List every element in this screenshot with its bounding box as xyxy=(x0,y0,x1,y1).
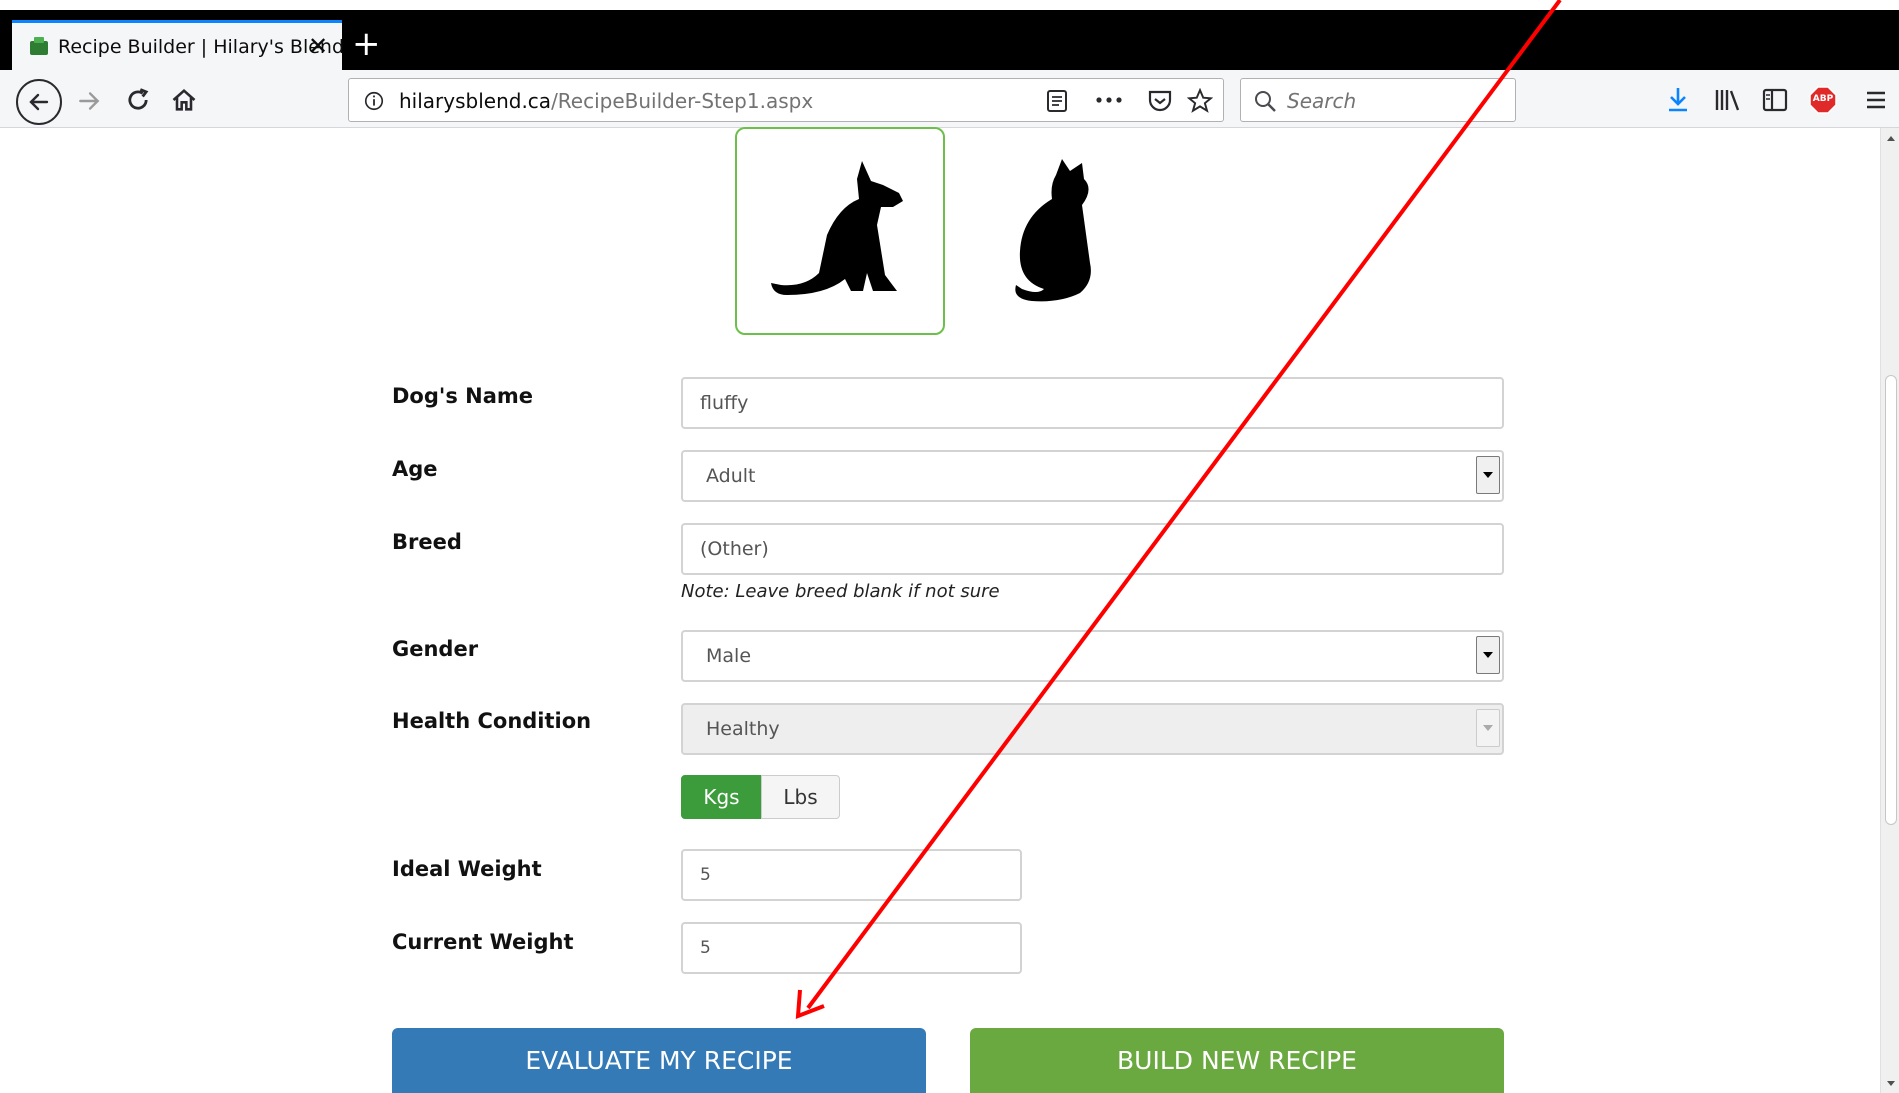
search-placeholder: Search xyxy=(1287,89,1357,113)
dog-silhouette-icon xyxy=(771,161,903,295)
annotation-arrowhead xyxy=(795,989,825,1020)
library-icon[interactable] xyxy=(1714,88,1742,112)
age-dropdown-button[interactable] xyxy=(1476,456,1500,494)
adblock-plus-label: ABP xyxy=(1812,94,1834,104)
site-info-icon[interactable] xyxy=(363,90,385,112)
chevron-down-icon xyxy=(1483,652,1493,658)
dog-name-label: Dog's Name xyxy=(392,384,534,408)
site-favicon-icon xyxy=(30,37,48,55)
evaluate-recipe-button[interactable]: EVALUATE MY RECIPE xyxy=(392,1028,926,1093)
sidebar-toggle-icon[interactable] xyxy=(1762,88,1788,112)
dog-name-input[interactable]: fluffy xyxy=(681,377,1504,429)
chevron-down-icon xyxy=(1483,725,1493,731)
unit-lbs-label: Lbs xyxy=(783,785,818,809)
back-arrow-icon xyxy=(29,93,49,111)
url-path: /RecipeBuilder-Step1.aspx xyxy=(551,89,814,113)
age-label: Age xyxy=(392,457,438,481)
url-host: hilarysblend.ca xyxy=(399,89,552,113)
window-top-strip xyxy=(0,0,1899,10)
health-condition-value: Healthy xyxy=(706,718,780,740)
close-tab-icon[interactable]: ✕ xyxy=(308,31,328,61)
new-tab-icon[interactable]: + xyxy=(352,24,381,64)
ideal-weight-input[interactable]: 5 xyxy=(681,849,1022,901)
dog-name-value: fluffy xyxy=(700,392,749,414)
age-select[interactable]: Adult xyxy=(681,450,1504,502)
reload-icon[interactable] xyxy=(124,86,152,114)
more-actions-icon[interactable] xyxy=(1095,95,1123,105)
age-value: Adult xyxy=(706,465,756,487)
breed-note: Note: Leave breed blank if not sure xyxy=(681,581,1000,602)
evaluate-recipe-label: EVALUATE MY RECIPE xyxy=(525,1046,793,1075)
reader-view-icon[interactable] xyxy=(1046,89,1068,113)
pocket-icon[interactable] xyxy=(1147,89,1173,113)
ideal-weight-label: Ideal Weight xyxy=(392,857,542,881)
downloads-icon[interactable] xyxy=(1666,86,1690,114)
unit-lbs-button[interactable]: Lbs xyxy=(761,775,840,819)
build-recipe-button[interactable]: BUILD NEW RECIPE xyxy=(970,1028,1504,1093)
search-box[interactable]: Search xyxy=(1240,78,1516,122)
current-weight-input[interactable]: 5 xyxy=(681,922,1022,974)
url-text[interactable]: hilarysblend.ca/RecipeBuilder-Step1.aspx xyxy=(399,89,813,113)
current-weight-label: Current Weight xyxy=(392,930,574,954)
gender-select[interactable]: Male xyxy=(681,630,1504,682)
tab-title: Recipe Builder | Hilary's Blend xyxy=(58,36,345,58)
forward-arrow-icon[interactable] xyxy=(76,88,102,114)
build-recipe-label: BUILD NEW RECIPE xyxy=(1117,1046,1357,1075)
adblock-plus-icon[interactable]: ABP xyxy=(1809,86,1837,114)
home-icon[interactable] xyxy=(170,86,198,114)
bookmark-star-icon[interactable] xyxy=(1187,88,1213,114)
address-bar[interactable]: hilarysblend.ca/RecipeBuilder-Step1.aspx xyxy=(348,78,1224,122)
health-condition-select: Healthy xyxy=(681,703,1504,755)
unit-kgs-label: Kgs xyxy=(703,785,740,809)
gender-label: Gender xyxy=(392,637,479,661)
health-condition-label: Health Condition xyxy=(392,709,592,733)
breed-input[interactable]: (Other) xyxy=(681,523,1504,575)
breed-label: Breed xyxy=(392,530,462,554)
search-icon xyxy=(1255,91,1276,112)
hamburger-menu-icon[interactable] xyxy=(1866,90,1886,110)
back-button[interactable] xyxy=(16,79,62,125)
scroll-up-icon[interactable] xyxy=(1886,134,1896,142)
current-weight-value: 5 xyxy=(700,938,711,958)
tab-recipe-builder[interactable]: Recipe Builder | Hilary's Blend ✕ xyxy=(12,20,345,70)
scroll-down-icon[interactable] xyxy=(1886,1080,1896,1088)
scrollbar-thumb[interactable] xyxy=(1885,375,1897,825)
gender-dropdown-button[interactable] xyxy=(1476,636,1500,674)
unit-kgs-button[interactable]: Kgs xyxy=(681,775,762,819)
dog-option-card[interactable] xyxy=(735,127,945,335)
cat-silhouette-icon[interactable] xyxy=(1010,155,1100,305)
breed-value: (Other) xyxy=(700,538,769,560)
chevron-down-icon xyxy=(1483,472,1493,478)
health-dropdown-button xyxy=(1476,709,1500,747)
gender-value: Male xyxy=(706,645,752,667)
ideal-weight-value: 5 xyxy=(700,865,711,885)
